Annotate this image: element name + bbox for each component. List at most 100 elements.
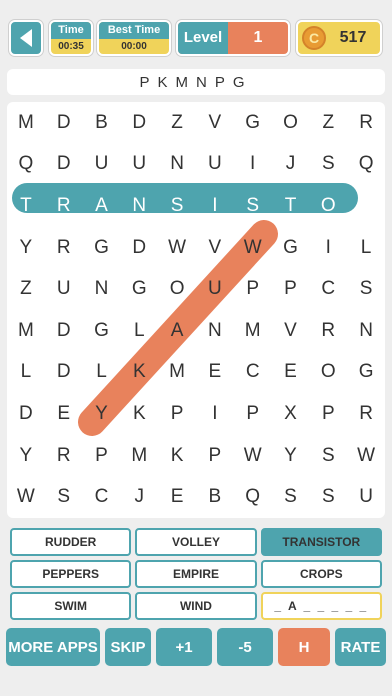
grid-cell[interactable]: M xyxy=(7,310,45,352)
grid-cell[interactable]: R xyxy=(347,393,385,435)
grid-cell[interactable]: Y xyxy=(7,227,45,269)
grid-cell[interactable]: K xyxy=(158,435,196,477)
grid-cell[interactable]: U xyxy=(196,144,234,186)
grid-cell[interactable]: B xyxy=(83,102,121,144)
grid-cell[interactable]: X xyxy=(272,393,310,435)
grid-cell[interactable]: P xyxy=(158,393,196,435)
grid-cell[interactable]: W xyxy=(158,227,196,269)
grid-cell[interactable]: B xyxy=(196,476,234,518)
grid-cell[interactable]: C xyxy=(83,476,121,518)
skip-button[interactable]: SKIP xyxy=(105,628,151,666)
grid-cell[interactable]: G xyxy=(347,352,385,394)
grid-cell[interactable]: U xyxy=(45,268,83,310)
grid-cell[interactable]: A xyxy=(83,185,121,227)
grid-cell[interactable]: D xyxy=(45,144,83,186)
grid-cell[interactable]: K xyxy=(120,352,158,394)
grid-cell[interactable]: L xyxy=(120,310,158,352)
grid-cell[interactable]: N xyxy=(196,310,234,352)
grid-cell[interactable]: L xyxy=(347,227,385,269)
grid-cell[interactable]: S xyxy=(272,476,310,518)
grid-cell[interactable]: N xyxy=(347,310,385,352)
grid-cell[interactable]: U xyxy=(83,144,121,186)
grid-cell[interactable]: Q xyxy=(234,476,272,518)
grid-cell[interactable]: G xyxy=(120,268,158,310)
grid-cell[interactable]: C xyxy=(234,352,272,394)
minus-five-button[interactable]: -5 xyxy=(217,628,273,666)
grid-cell[interactable]: S xyxy=(158,185,196,227)
grid-cell[interactable]: E xyxy=(45,393,83,435)
grid-cell[interactable]: W xyxy=(347,435,385,477)
grid-cell[interactable]: J xyxy=(120,476,158,518)
letter-cells[interactable]: MDBDZVGOZRQDUUNUIJSQTRANSISTORYRGDWVWGIL… xyxy=(7,102,385,518)
grid-cell[interactable]: D xyxy=(45,102,83,144)
grid-cell[interactable]: G xyxy=(83,227,121,269)
grid-cell[interactable]: V xyxy=(196,227,234,269)
grid-cell[interactable]: Z xyxy=(7,268,45,310)
back-button[interactable] xyxy=(9,20,43,56)
grid-cell[interactable]: Q xyxy=(347,144,385,186)
hint-button[interactable]: H xyxy=(278,628,330,666)
grid-cell[interactable]: R xyxy=(45,227,83,269)
grid-cell[interactable]: Q xyxy=(7,144,45,186)
grid-cell[interactable]: O xyxy=(272,102,310,144)
grid-cell[interactable]: D xyxy=(120,102,158,144)
grid-cell[interactable]: V xyxy=(196,102,234,144)
grid-cell[interactable]: Y xyxy=(83,393,121,435)
grid-cell[interactable]: P xyxy=(196,435,234,477)
grid-cell[interactable]: O xyxy=(158,268,196,310)
grid-cell[interactable]: M xyxy=(7,102,45,144)
grid-cell[interactable]: S xyxy=(309,435,347,477)
grid-cell[interactable]: W xyxy=(7,476,45,518)
grid-cell[interactable]: J xyxy=(272,144,310,186)
grid-cell[interactable]: D xyxy=(45,310,83,352)
grid-cell[interactable]: T xyxy=(7,185,45,227)
rate-button[interactable]: RATE xyxy=(335,628,386,666)
grid-cell[interactable]: A xyxy=(158,310,196,352)
grid-cell[interactable]: S xyxy=(309,144,347,186)
grid-cell[interactable]: R xyxy=(347,102,385,144)
grid-cell[interactable]: D xyxy=(45,352,83,394)
grid-cell[interactable]: U xyxy=(120,144,158,186)
grid-cell[interactable]: M xyxy=(158,352,196,394)
plus-one-button[interactable]: +1 xyxy=(156,628,212,666)
grid-cell[interactable]: R xyxy=(347,185,385,227)
grid-cell[interactable]: E xyxy=(158,476,196,518)
grid-cell[interactable]: M xyxy=(120,435,158,477)
letter-grid[interactable]: MDBDZVGOZRQDUUNUIJSQTRANSISTORYRGDWVWGIL… xyxy=(7,102,385,518)
grid-cell[interactable]: M xyxy=(234,310,272,352)
grid-cell[interactable]: N xyxy=(158,144,196,186)
grid-cell[interactable]: O xyxy=(309,185,347,227)
grid-cell[interactable]: D xyxy=(7,393,45,435)
grid-cell[interactable]: S xyxy=(309,476,347,518)
grid-cell[interactable]: I xyxy=(196,393,234,435)
grid-cell[interactable]: E xyxy=(272,352,310,394)
grid-cell[interactable]: W xyxy=(234,435,272,477)
grid-cell[interactable]: S xyxy=(347,268,385,310)
grid-cell[interactable]: C xyxy=(309,268,347,310)
grid-cell[interactable]: I xyxy=(309,227,347,269)
grid-cell[interactable]: S xyxy=(234,185,272,227)
grid-cell[interactable]: G xyxy=(234,102,272,144)
grid-cell[interactable]: I xyxy=(196,185,234,227)
grid-cell[interactable]: S xyxy=(45,476,83,518)
grid-cell[interactable]: P xyxy=(234,393,272,435)
grid-cell[interactable]: P xyxy=(234,268,272,310)
grid-cell[interactable]: G xyxy=(272,227,310,269)
grid-cell[interactable]: I xyxy=(234,144,272,186)
grid-cell[interactable]: P xyxy=(309,393,347,435)
grid-cell[interactable]: Z xyxy=(309,102,347,144)
grid-cell[interactable]: V xyxy=(272,310,310,352)
grid-cell[interactable]: E xyxy=(196,352,234,394)
grid-cell[interactable]: O xyxy=(309,352,347,394)
grid-cell[interactable]: K xyxy=(120,393,158,435)
grid-cell[interactable]: U xyxy=(196,268,234,310)
grid-cell[interactable]: D xyxy=(120,227,158,269)
more-apps-button[interactable]: MORE APPS xyxy=(6,628,100,666)
grid-cell[interactable]: L xyxy=(83,352,121,394)
grid-cell[interactable]: R xyxy=(309,310,347,352)
grid-cell[interactable]: Z xyxy=(158,102,196,144)
grid-cell[interactable]: W xyxy=(234,227,272,269)
grid-cell[interactable]: N xyxy=(120,185,158,227)
grid-cell[interactable]: R xyxy=(45,435,83,477)
grid-cell[interactable]: P xyxy=(272,268,310,310)
